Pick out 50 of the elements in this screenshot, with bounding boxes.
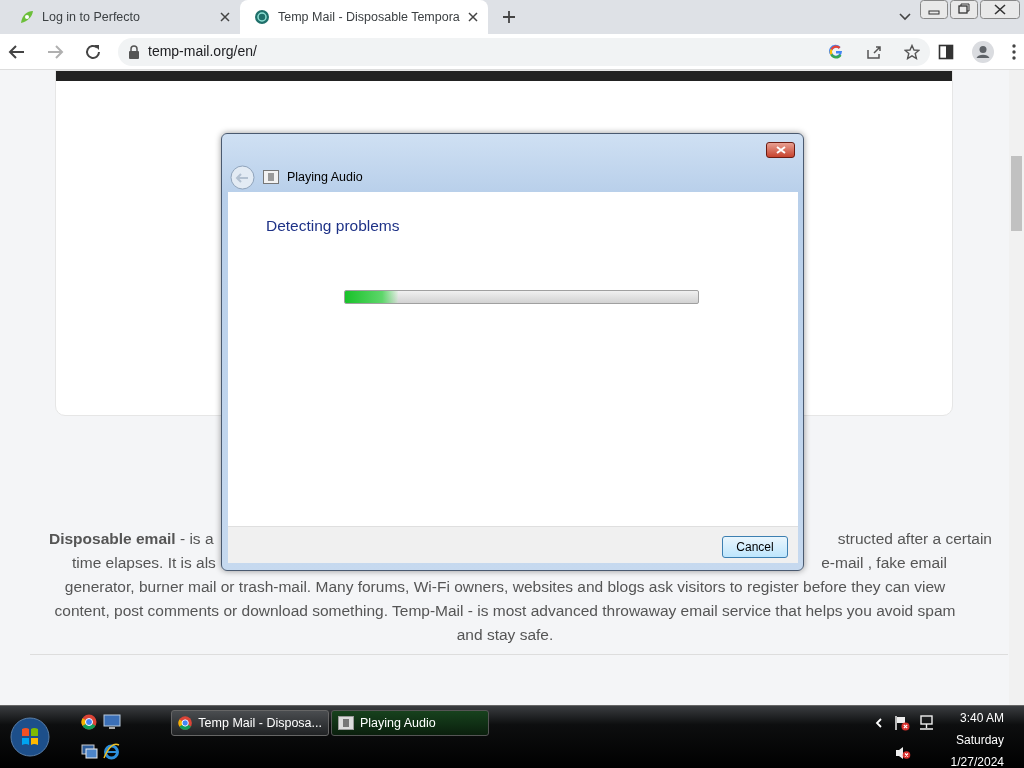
menu-icon[interactable] [1012, 43, 1016, 60]
paragraph-line: time elapses. It is als [72, 553, 216, 573]
close-icon[interactable] [467, 12, 478, 22]
dialog-heading: Detecting problems [266, 216, 400, 236]
paragraph-line: content, post comments or download something. Temp-Mail - is most advanced throwaway email service that helps you avoid spam [54, 601, 956, 621]
paragraph-line: Disposable email - is a [49, 529, 214, 549]
g-logo-icon[interactable] [828, 43, 844, 60]
desktop-icon[interactable] [103, 714, 121, 730]
window-title: Playing Audio [287, 168, 363, 186]
leaf-icon [18, 9, 34, 25]
paragraph-line: generator, burner mail or trash-mail. Many forums, Wi-Fi owners, websites and blogs ask visitors to register before they can view [64, 577, 946, 597]
forward-arrow-icon [46, 42, 64, 61]
scroll-thumb[interactable] [1011, 156, 1022, 231]
reload-icon[interactable] [84, 42, 102, 61]
clock-day: Saturday [955, 731, 1004, 749]
close-icon [775, 146, 786, 154]
clock-time: 3:40 AM [959, 710, 1004, 727]
window-switch-icon[interactable] [81, 744, 98, 759]
taskbar-button[interactable]: Playing Audio [331, 710, 489, 736]
profile-icon[interactable] [972, 40, 994, 63]
minimize-icon[interactable] [920, 0, 948, 19]
start-orb-icon[interactable] [10, 717, 50, 757]
close-icon[interactable] [220, 12, 230, 22]
scrollbar[interactable] [1009, 70, 1024, 705]
paragraph-line: e-mail , fake email [821, 553, 947, 573]
taskbar-button[interactable]: Temp Mail - Disposa... [171, 710, 329, 736]
browser-tab[interactable]: Temp Mail - Disposable Tempora [240, 0, 488, 34]
close-button[interactable] [766, 142, 795, 158]
flag-error-icon[interactable] [894, 715, 910, 731]
paragraph-line: and stay safe. [456, 625, 554, 645]
back-arrow-icon[interactable] [8, 42, 26, 61]
side-panel-icon[interactable] [938, 43, 954, 60]
network-icon[interactable] [918, 715, 935, 731]
speaker-muted-icon[interactable] [895, 745, 911, 761]
chevron-left-icon[interactable] [875, 718, 883, 728]
restore-icon[interactable] [950, 0, 978, 19]
cancel-button[interactable]: Cancel [722, 536, 788, 558]
lock-icon [128, 44, 140, 59]
chevron-down-icon[interactable] [899, 13, 911, 21]
paragraph-line: structed after a certain [837, 529, 992, 549]
address-bar[interactable]: temp-mail.org/en/ [118, 37, 930, 66]
ie-icon[interactable] [103, 743, 120, 760]
close-icon[interactable] [980, 0, 1020, 19]
chrome-icon [178, 715, 193, 731]
chrome-icon[interactable] [81, 714, 97, 730]
share-icon[interactable] [866, 43, 882, 60]
clock-date: 1/27/2024 [950, 754, 1004, 768]
browser-tab[interactable]: Log in to Perfecto [4, 0, 240, 34]
plus-icon[interactable] [501, 10, 516, 24]
star-icon[interactable] [904, 43, 920, 60]
